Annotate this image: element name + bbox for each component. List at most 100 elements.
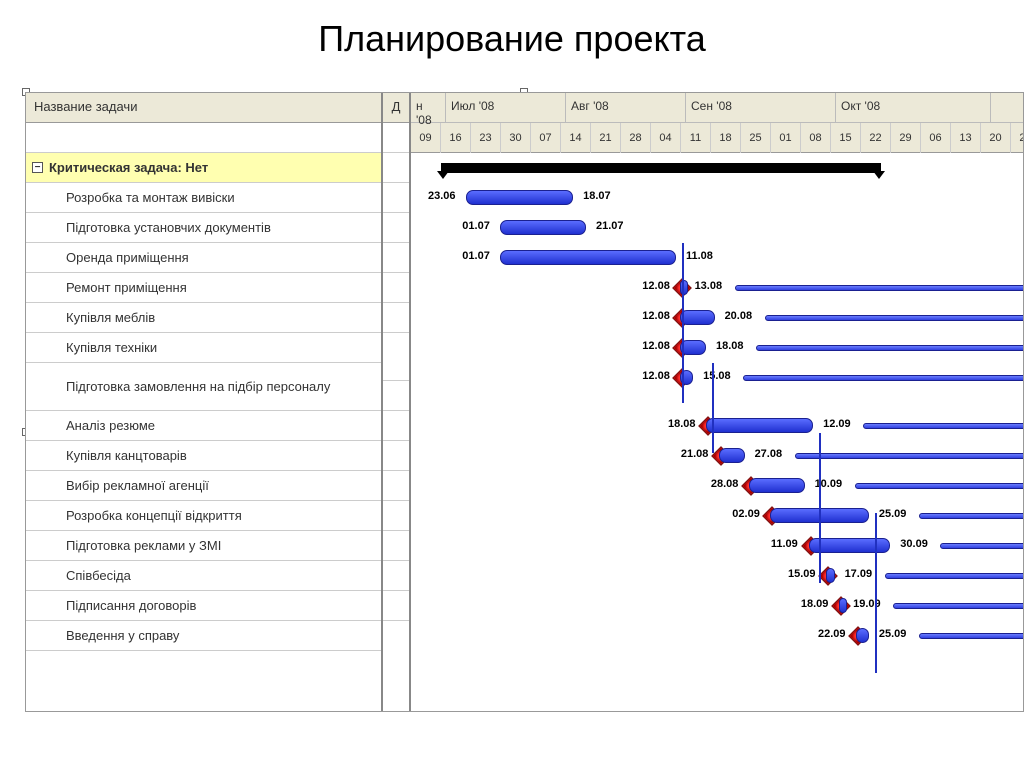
- task-row[interactable]: Аналіз резюме: [26, 411, 381, 441]
- day-cell: 20: [981, 123, 1011, 153]
- duration-column-header[interactable]: Д: [383, 93, 409, 123]
- task-row[interactable]: Співбесіда: [26, 561, 381, 591]
- gantt-body[interactable]: 23.0618.0701.0721.0701.0711.0812.0813.08…: [411, 153, 1023, 711]
- gantt-bar[interactable]: [749, 478, 805, 493]
- successor-line: [940, 543, 1023, 549]
- day-cell: 21: [591, 123, 621, 153]
- bar-start-label: 21.08: [681, 448, 709, 460]
- gantt-bar[interactable]: [500, 250, 676, 265]
- dependency-line: [712, 363, 714, 453]
- task-column-header[interactable]: Название задачи: [26, 93, 381, 123]
- day-cell: 13: [951, 123, 981, 153]
- summary-bar[interactable]: [441, 163, 881, 173]
- bar-start-label: 12.08: [642, 340, 670, 352]
- task-name: Введення у справу: [44, 628, 179, 643]
- gantt-bar[interactable]: [839, 598, 847, 613]
- task-row[interactable]: Підписання договорів: [26, 591, 381, 621]
- successor-line: [795, 453, 1023, 459]
- day-cell: 06: [921, 123, 951, 153]
- task-row[interactable]: Розробка концепції відкриття: [26, 501, 381, 531]
- bar-start-label: 01.07: [462, 220, 490, 232]
- bar-end-label: 18.07: [583, 190, 611, 202]
- successor-line: [855, 483, 1023, 489]
- task-list: − Критическая задача: Нет Розробка та мо…: [26, 153, 381, 651]
- day-cell: 28: [621, 123, 651, 153]
- bar-start-label: 15.09: [788, 568, 816, 580]
- day-cell: 15: [831, 123, 861, 153]
- day-cell: 29: [891, 123, 921, 153]
- successor-line: [863, 423, 1023, 429]
- day-cell: 08: [801, 123, 831, 153]
- task-row[interactable]: Підготовка реклами у ЗМІ: [26, 531, 381, 561]
- gantt-bar[interactable]: [500, 220, 586, 235]
- day-cell: 23: [471, 123, 501, 153]
- slide-title: Планирование проекта: [0, 0, 1024, 70]
- task-name: Підготовка установчих документів: [44, 220, 271, 235]
- day-cell: 22: [861, 123, 891, 153]
- task-name: Вибір рекламної агенції: [44, 478, 209, 493]
- day-cell: 18: [711, 123, 741, 153]
- task-row[interactable]: Оренда приміщення: [26, 243, 381, 273]
- task-row[interactable]: Купівля канцтоварів: [26, 441, 381, 471]
- day-cell: 11: [681, 123, 711, 153]
- task-name: Співбесіда: [44, 568, 131, 583]
- month-cell: Сен '08: [686, 93, 836, 122]
- task-row[interactable]: Підготовка замовлення на підбір персонал…: [26, 363, 381, 411]
- timeline-header: н '08Июл '08Авг '08Сен '08Окт '08 091623…: [411, 93, 1023, 153]
- dependency-line: [682, 243, 684, 403]
- task-name: Підписання договорів: [44, 598, 196, 613]
- bar-end-label: 27.08: [755, 448, 783, 460]
- task-group-row[interactable]: − Критическая задача: Нет: [26, 153, 381, 183]
- task-row[interactable]: Купівля техніки: [26, 333, 381, 363]
- gantt-app: Название задачи − Критическая задача: Не…: [25, 92, 1024, 712]
- bar-end-label: 17.09: [845, 568, 873, 580]
- task-row[interactable]: Підготовка установчих документів: [26, 213, 381, 243]
- gantt-bar[interactable]: [466, 190, 573, 205]
- task-group-label: Критическая задача: Нет: [49, 160, 208, 175]
- bar-end-label: 11.08: [686, 250, 713, 262]
- day-cell: 25: [741, 123, 771, 153]
- bar-start-label: 12.08: [642, 310, 670, 322]
- bar-end-label: 25.09: [879, 628, 907, 640]
- month-cell: Окт '08: [836, 93, 991, 122]
- successor-line: [919, 513, 1023, 519]
- collapse-icon[interactable]: −: [32, 162, 43, 173]
- gantt-bar[interactable]: [706, 418, 813, 433]
- successor-line: [893, 603, 1023, 609]
- task-name: Підготовка реклами у ЗМІ: [44, 538, 221, 553]
- month-cell: Авг '08: [566, 93, 686, 122]
- task-column: Название задачи − Критическая задача: Не…: [26, 93, 383, 711]
- successor-line: [765, 315, 1023, 321]
- task-row[interactable]: Купівля меблів: [26, 303, 381, 333]
- task-name: Купівля техніки: [44, 340, 157, 355]
- day-cell: 27: [1011, 123, 1023, 153]
- gantt-bar[interactable]: [856, 628, 869, 643]
- bar-start-label: 23.06: [428, 190, 456, 202]
- day-cell: 01: [771, 123, 801, 153]
- bar-start-label: 01.07: [462, 250, 490, 262]
- task-row[interactable]: Розробка та монтаж вивіски: [26, 183, 381, 213]
- bar-end-label: 15.08: [703, 370, 731, 382]
- gantt-bar[interactable]: [680, 310, 714, 325]
- task-row[interactable]: Введення у справу: [26, 621, 381, 651]
- successor-line: [885, 573, 1023, 579]
- bar-start-label: 18.09: [801, 598, 829, 610]
- bar-start-label: 12.08: [642, 370, 670, 382]
- day-cell: 09: [411, 123, 441, 153]
- task-name: Купівля меблів: [44, 310, 155, 325]
- bar-start-label: 28.08: [711, 478, 739, 490]
- gantt-bar[interactable]: [719, 448, 745, 463]
- task-row[interactable]: Вибір рекламної агенції: [26, 471, 381, 501]
- gantt-bar[interactable]: [680, 340, 706, 355]
- month-cell: Июл '08: [446, 93, 566, 122]
- day-cell: 07: [531, 123, 561, 153]
- bar-end-label: 12.09: [823, 418, 851, 430]
- dependency-line: [819, 433, 821, 583]
- successor-line: [735, 285, 1023, 291]
- task-name: Оренда приміщення: [44, 250, 189, 265]
- gantt-chart[interactable]: н '08Июл '08Авг '08Сен '08Окт '08 091623…: [411, 93, 1023, 711]
- gantt-bar[interactable]: [826, 568, 835, 583]
- day-cell: 16: [441, 123, 471, 153]
- bar-end-label: 20.08: [725, 310, 753, 322]
- task-row[interactable]: Ремонт приміщення: [26, 273, 381, 303]
